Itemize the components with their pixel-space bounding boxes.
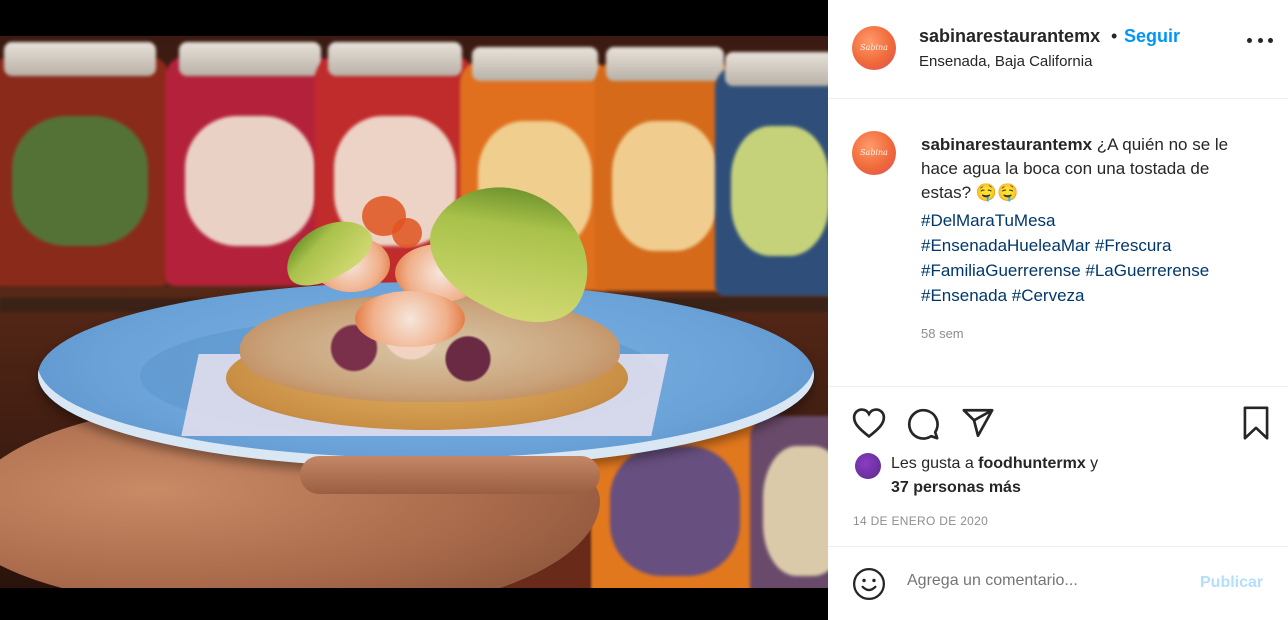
- post-date[interactable]: 14 DE ENERO DE 2020: [853, 514, 988, 528]
- liker-username[interactable]: foodhuntermx: [978, 455, 1086, 472]
- more-options-icon[interactable]: [1247, 38, 1273, 46]
- share-icon[interactable]: [961, 406, 995, 440]
- hashtags: #DelMaraTuMesa #EnsenadaHueleaMar #Fresc…: [921, 208, 1261, 308]
- caption-timestamp[interactable]: 58 sem: [921, 326, 964, 341]
- liker-avatar[interactable]: [855, 453, 881, 479]
- shrimp: [355, 291, 465, 347]
- post-side-panel: sabinarestaurantemx • Seguir Ensenada, B…: [828, 0, 1288, 620]
- background-jar: [0, 42, 170, 286]
- thumb: [300, 456, 600, 494]
- post-media[interactable]: [0, 0, 828, 620]
- follow-button[interactable]: Seguir: [1124, 26, 1180, 47]
- publish-button[interactable]: Publicar: [1200, 574, 1263, 592]
- divider: [828, 546, 1288, 547]
- post-username[interactable]: sabinarestaurantemx: [919, 26, 1100, 47]
- likes-suffix: y: [1085, 455, 1099, 472]
- emoji-icon[interactable]: [852, 567, 886, 601]
- divider: [828, 386, 1288, 387]
- likes-text: Les gusta a foodhuntermx y: [891, 455, 1098, 473]
- post-photo[interactable]: [0, 36, 828, 588]
- comment-input[interactable]: [907, 572, 1187, 590]
- separator-dot: •: [1111, 26, 1118, 46]
- hot-sauce: [392, 218, 422, 248]
- caption-username[interactable]: sabinarestaurantemx: [921, 135, 1092, 154]
- bookmark-icon[interactable]: [1239, 405, 1273, 441]
- hashtag-line[interactable]: #Ensenada #Cerveza: [921, 283, 1261, 308]
- background-jar: [715, 52, 828, 296]
- hashtag-line[interactable]: #FamiliaGuerrerense #LaGuerrerense: [921, 258, 1261, 283]
- hashtag-line[interactable]: #DelMaraTuMesa: [921, 208, 1261, 233]
- post-caption: sabinarestaurantemx ¿A quién no se le ha…: [921, 133, 1261, 205]
- divider: [828, 98, 1288, 99]
- background-jar: [750, 416, 828, 588]
- likes-prefix: Les gusta a: [891, 455, 979, 472]
- comment-icon[interactable]: [906, 407, 940, 441]
- post-location[interactable]: Ensenada, Baja California: [919, 53, 1092, 70]
- avatar[interactable]: [852, 26, 896, 70]
- likes-others[interactable]: 37 personas más: [891, 479, 1021, 497]
- avatar[interactable]: [852, 131, 896, 175]
- background-jar: [595, 47, 735, 291]
- heart-icon[interactable]: [852, 407, 886, 439]
- hashtag-line[interactable]: #EnsenadaHueleaMar #Frescura: [921, 233, 1261, 258]
- action-bar: [828, 400, 1288, 444]
